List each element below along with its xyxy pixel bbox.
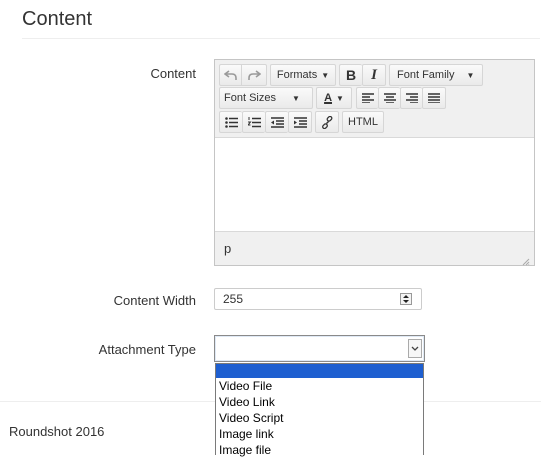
- font-sizes-dropdown[interactable]: Font Sizes ▼: [219, 87, 313, 109]
- chevron-down-icon[interactable]: [408, 339, 422, 358]
- element-path[interactable]: p: [224, 241, 231, 256]
- option-video-script[interactable]: Video Script: [216, 410, 423, 426]
- font-family-label: Font Family: [397, 69, 455, 81]
- bullet-list-icon: [224, 116, 238, 128]
- option-video-file[interactable]: Video File: [216, 378, 423, 394]
- content-width-value: 255: [223, 292, 244, 306]
- footer-text: Roundshot 2016: [9, 424, 105, 439]
- chevron-down-icon: ▼: [466, 70, 475, 80]
- undo-button[interactable]: [219, 64, 241, 86]
- outdent-icon: [270, 116, 284, 128]
- formats-label: Formats: [276, 69, 318, 81]
- content-width-label: Content Width: [113, 293, 196, 308]
- chevron-down-icon: ▼: [336, 93, 344, 103]
- italic-button[interactable]: I: [362, 64, 386, 86]
- editor-statusbar: p: [215, 231, 534, 266]
- attachment-type-options: Video File Video Link Video Script Image…: [215, 363, 424, 458]
- indent-icon: [293, 116, 307, 128]
- content-editor[interactable]: Formats ▼ B I Font Family ▼ Font Sizes ▼…: [214, 59, 535, 266]
- numbered-list-button[interactable]: [242, 111, 265, 133]
- align-right-icon: [405, 93, 418, 103]
- bullet-list-button[interactable]: [219, 111, 242, 133]
- text-color-icon: A: [324, 92, 333, 104]
- section-divider: [22, 38, 540, 39]
- section-title: Content: [22, 8, 93, 30]
- align-right-button[interactable]: [400, 87, 422, 109]
- numbered-list-icon: [247, 116, 261, 128]
- option-image-link[interactable]: Image link: [216, 426, 423, 442]
- text-color-button[interactable]: A ▼: [316, 87, 352, 109]
- align-justify-icon: [428, 93, 440, 103]
- font-sizes-label: Font Sizes: [224, 92, 276, 104]
- attachment-type-label: Attachment Type: [98, 342, 196, 357]
- option-video-link[interactable]: Video Link: [216, 394, 423, 410]
- align-center-button[interactable]: [378, 87, 400, 109]
- option-blank[interactable]: [216, 364, 423, 378]
- chevron-down-icon: ▼: [321, 70, 330, 80]
- align-center-icon: [383, 93, 396, 103]
- redo-button[interactable]: [241, 64, 267, 86]
- align-left-button[interactable]: [356, 87, 378, 109]
- attachment-type-select[interactable]: [214, 335, 425, 362]
- resize-grip-icon[interactable]: [522, 253, 530, 266]
- editor-content-area[interactable]: [215, 138, 534, 231]
- link-icon: [321, 115, 334, 129]
- stepper-icon[interactable]: [400, 293, 412, 305]
- option-image-file[interactable]: Image file: [216, 442, 423, 458]
- align-justify-button[interactable]: [422, 87, 446, 109]
- editor-toolbar: Formats ▼ B I Font Family ▼ Font Sizes ▼…: [215, 60, 534, 138]
- bold-button[interactable]: B: [339, 64, 362, 86]
- chevron-down-icon: ▼: [291, 93, 300, 103]
- indent-button[interactable]: [288, 111, 312, 133]
- align-left-icon: [361, 93, 374, 103]
- html-source-button[interactable]: HTML: [342, 111, 384, 133]
- formats-dropdown[interactable]: Formats ▼: [270, 64, 336, 86]
- outdent-button[interactable]: [265, 111, 288, 133]
- font-family-dropdown[interactable]: Font Family ▼: [389, 64, 483, 86]
- redo-icon: [247, 69, 261, 81]
- content-label: Content: [150, 66, 196, 81]
- insert-link-button[interactable]: [315, 111, 339, 133]
- content-width-input[interactable]: 255: [214, 288, 422, 310]
- undo-icon: [224, 69, 237, 81]
